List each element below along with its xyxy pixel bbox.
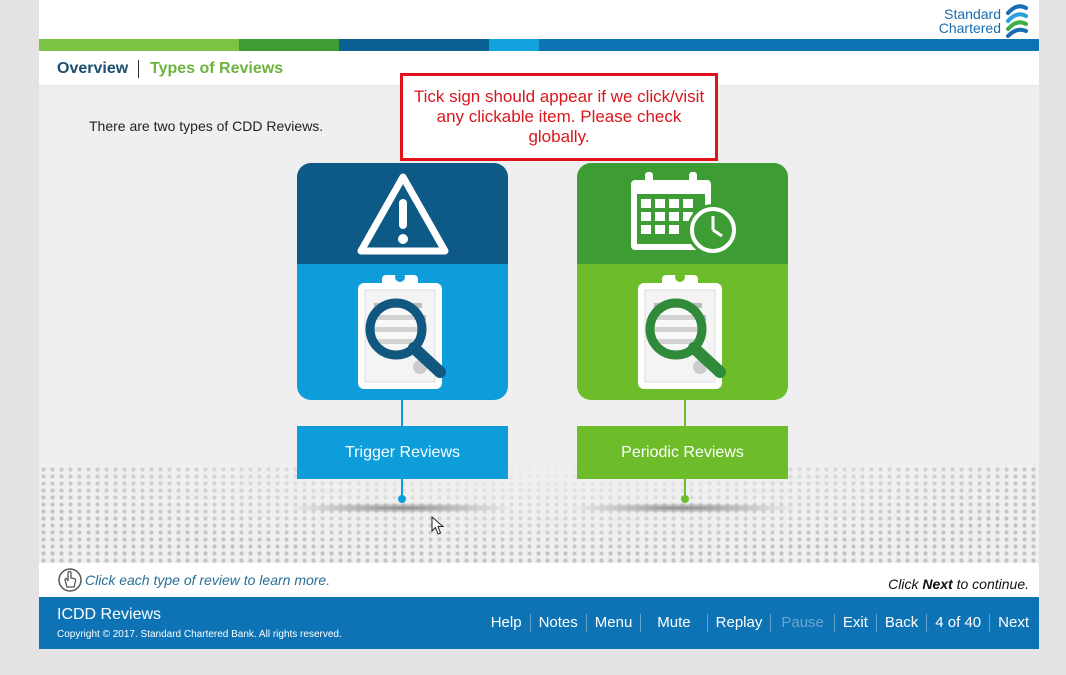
connector-dot [398, 495, 406, 503]
review-note-callout: Tick sign should appear if we click/visi… [400, 73, 718, 161]
card-connector [401, 400, 403, 426]
clipboard-magnifier-icon [637, 272, 726, 389]
card-top-panel [297, 163, 508, 264]
help-button[interactable]: Help [483, 614, 530, 632]
menu-button[interactable]: Menu [585, 614, 641, 632]
course-frame: Standard Chartered Overview Types of Rev… [39, 0, 1039, 649]
trigger-reviews-button[interactable]: Trigger Reviews [297, 426, 508, 479]
continue-next-word: Next [922, 576, 953, 592]
mouse-cursor-icon [431, 516, 445, 535]
exit-button[interactable]: Exit [833, 614, 876, 632]
breadcrumb-divider [138, 60, 139, 78]
continue-hint: Click Next to continue. [888, 576, 1029, 592]
intro-text: There are two types of CDD Reviews. [89, 118, 324, 134]
card-top-panel [577, 163, 788, 264]
drop-shadow [287, 503, 517, 513]
page-counter: 4 of 40 [926, 614, 989, 632]
color-bar-segment [489, 39, 539, 51]
warning-icon [357, 173, 448, 254]
trigger-reviews-card[interactable] [297, 163, 508, 400]
standard-chartered-logo: Standard Chartered [939, 3, 1029, 39]
notes-button[interactable]: Notes [529, 614, 586, 632]
instruction-text: Click each type of review to learn more. [85, 572, 331, 588]
brand-color-bar [39, 39, 1039, 51]
color-bar-segment [539, 39, 1039, 51]
connector-dot [681, 495, 689, 503]
color-bar-segment [239, 39, 339, 51]
copyright-text: Copyright © 2017. Standard Chartered Ban… [57, 629, 342, 640]
logo-line-2: Chartered [938, 20, 1001, 36]
floor-fade [39, 466, 1039, 563]
instruction-bar: Click each type of review to learn more.… [39, 563, 1039, 597]
tab-types-of-reviews[interactable]: Types of Reviews [150, 60, 283, 78]
player-nav: Help Notes Menu Mute Replay Pause Exit B… [483, 597, 1039, 649]
tab-overview[interactable]: Overview [57, 60, 128, 78]
continue-prefix: Click [888, 576, 923, 592]
hand-pointer-icon [58, 568, 82, 592]
pause-button: Pause [770, 614, 834, 632]
periodic-reviews-button[interactable]: Periodic Reviews [577, 426, 788, 479]
player-footer: ICDD Reviews Copyright © 2017. Standard … [39, 597, 1039, 649]
mute-button[interactable]: Mute [640, 614, 706, 632]
continue-suffix: to continue. [952, 576, 1029, 592]
drop-shadow [567, 503, 797, 513]
logo-stripes-icon [1006, 4, 1028, 38]
periodic-reviews-card[interactable] [577, 163, 788, 400]
back-button[interactable]: Back [875, 614, 926, 632]
color-bar-segment [339, 39, 489, 51]
calendar-clock-icon [630, 171, 739, 256]
color-bar-segment [39, 39, 239, 51]
clipboard-magnifier-icon [357, 272, 446, 389]
next-button[interactable]: Next [989, 614, 1039, 632]
card-connector [684, 400, 686, 426]
card-bottom-panel [297, 264, 508, 400]
logo-text: Standard Chartered [939, 7, 1001, 35]
course-title: ICDD Reviews [57, 606, 162, 623]
logo-line-1: Standard [944, 6, 1001, 22]
replay-button[interactable]: Replay [706, 614, 771, 632]
card-bottom-panel [577, 264, 788, 400]
